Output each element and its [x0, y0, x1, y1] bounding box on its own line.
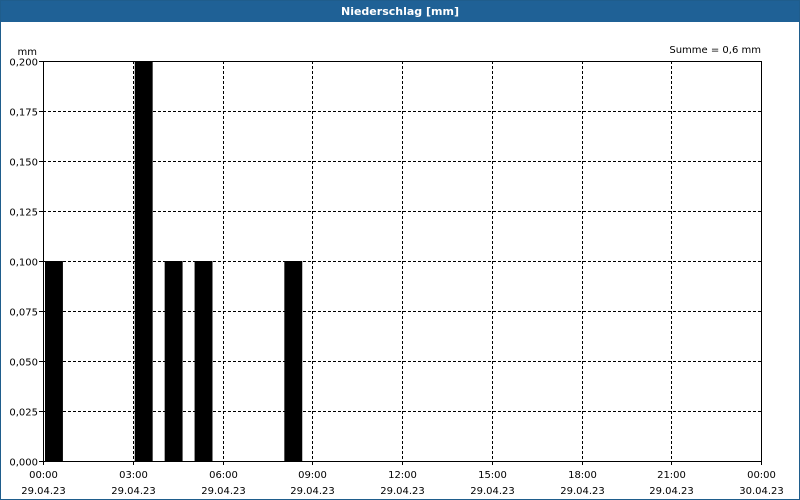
bar	[284, 261, 303, 461]
y-tick-label: 0,075	[9, 308, 38, 319]
x-tick-date: 29.04.23	[21, 486, 66, 497]
x-tick-time: 09:00	[298, 470, 327, 481]
y-tick-label: 0,050	[9, 358, 38, 369]
y-tick-label: 0,025	[9, 408, 38, 419]
bar	[164, 261, 183, 461]
x-tick-time: 12:00	[388, 470, 417, 481]
y-tick-label: 0,000	[9, 458, 38, 469]
sum-annotation: Summe = 0,6 mm	[669, 45, 761, 56]
bar	[134, 61, 153, 461]
x-tick-time: 03:00	[119, 470, 148, 481]
precipitation-chart: 0,000 0,025 0,050 0,075 0,100 0,125 0,150 0,175…	[9, 45, 784, 497]
x-tick-date: 29.04.23	[380, 486, 425, 497]
y-tick-label: 0,175	[9, 108, 38, 119]
x-tick-time: 06:00	[209, 470, 238, 481]
x-tick-date: 30.04.23	[739, 486, 784, 497]
x-tick-date: 29.04.23	[649, 486, 694, 497]
x-tick-date: 29.04.23	[111, 486, 156, 497]
x-tick-date: 29.04.23	[470, 486, 515, 497]
y-tick-label: 0,125	[9, 208, 38, 219]
bar	[45, 261, 63, 461]
y-tick-label: 0,200	[9, 58, 38, 69]
x-tick-date: 29.04.23	[560, 486, 605, 497]
x-tick-date: 29.04.23	[201, 486, 246, 497]
y-tick-label: 0,100	[9, 258, 38, 269]
x-tick-date: 29.04.23	[290, 486, 335, 497]
x-tick-time: 18:00	[568, 470, 597, 481]
x-tick-time: 00:00	[747, 470, 776, 481]
y-axis-label: mm	[18, 47, 37, 58]
x-tick-time: 15:00	[478, 470, 507, 481]
x-tick-time: 00:00	[29, 470, 58, 481]
chart-window: Niederschlag [mm] 0,000 0,025 0,050 0,075 0,…	[0, 0, 800, 500]
window-title: Niederschlag [mm]	[1, 1, 799, 22]
y-tick-label: 0,150	[9, 158, 38, 169]
x-tick-time: 21:00	[657, 470, 686, 481]
bar	[194, 261, 213, 461]
